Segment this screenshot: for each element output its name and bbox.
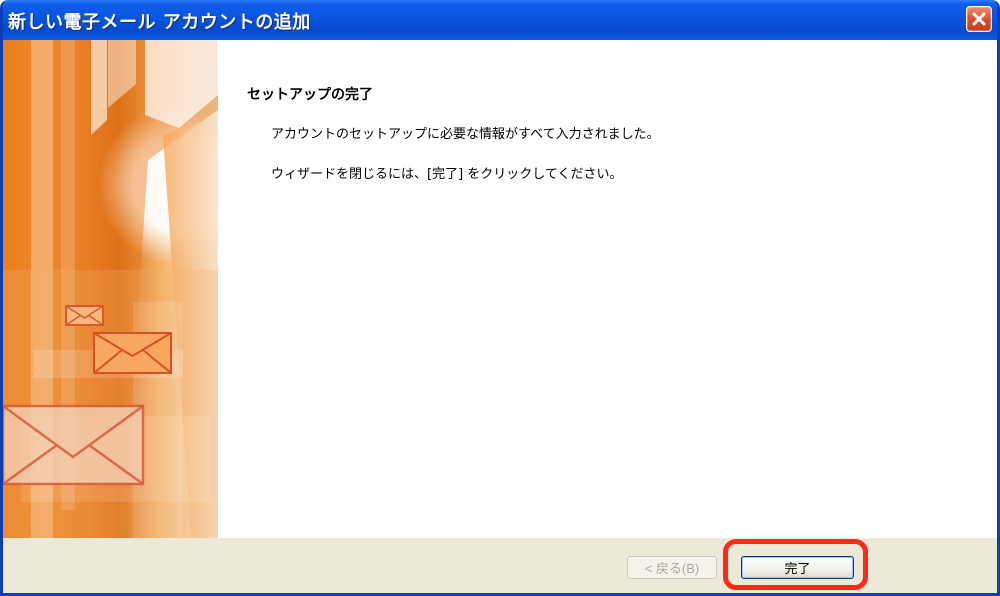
envelope-icon [65, 305, 104, 326]
wizard-footer: < 戻る(B) 完了 [3, 538, 997, 593]
window-title: 新しい電子メール アカウントの追加 [8, 12, 311, 33]
decorative-mail-illustration [3, 40, 218, 538]
close-button[interactable] [966, 6, 992, 32]
envelope-icon [3, 404, 145, 486]
add-email-account-dialog: 新しい電子メール アカウントの追加 セットアップの完了 アカウントのセットアップ… [0, 0, 1000, 596]
back-button[interactable]: < 戻る(B) [627, 556, 717, 579]
title-bar: 新しい電子メール アカウントの追加 [3, 0, 997, 40]
wizard-banner [3, 40, 218, 538]
wizard-content: セットアップの完了 アカウントのセットアップに必要な情報がすべて入力されました。… [3, 40, 997, 539]
page-title: セットアップの完了 [247, 87, 373, 103]
close-wizard-instruction: ウィザードを閉じるには、[完了] をクリックしてください。 [271, 167, 623, 182]
envelope-icon [93, 332, 172, 374]
close-icon [972, 12, 986, 26]
finish-button[interactable]: 完了 [741, 556, 854, 579]
completion-message: アカウントのセットアップに必要な情報がすべて入力されました。 [271, 127, 660, 142]
